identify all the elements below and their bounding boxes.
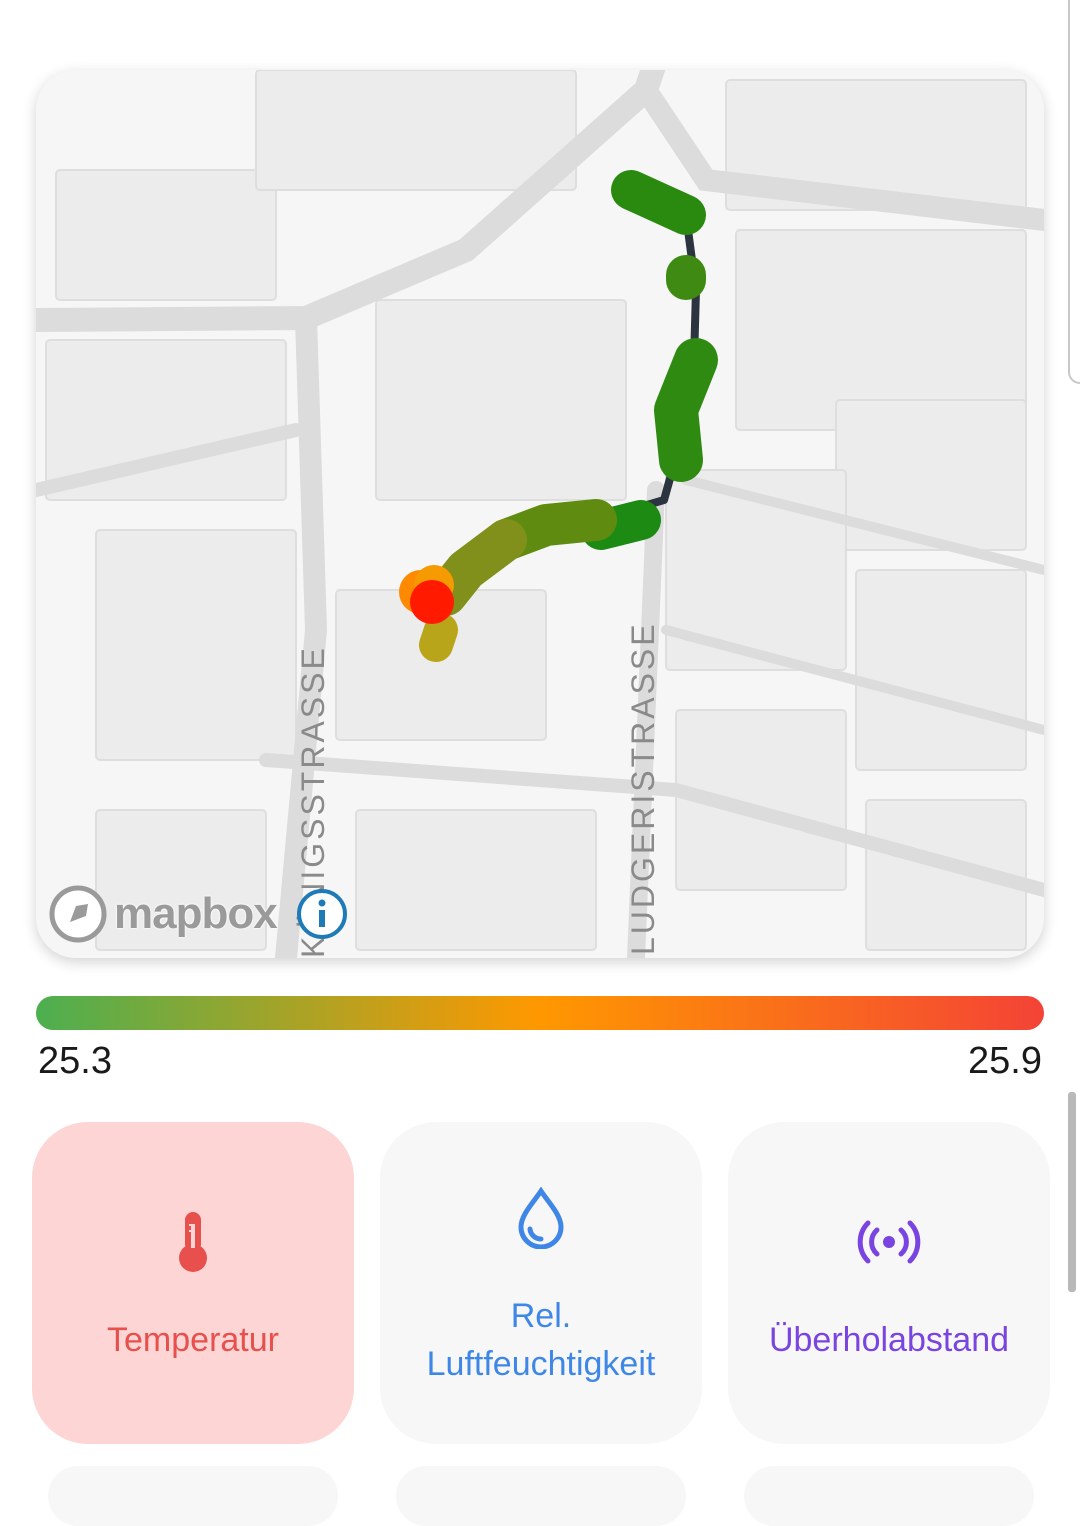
tile-humidity-label: Rel. Luftfeuchtigkeit [426,1297,656,1383]
mapbox-icon [49,885,107,943]
tile-overtaking-label: Überholabstand [768,1321,1010,1359]
tile-partial-3[interactable] [744,1466,1034,1526]
broadcast-sensor-icon [857,1220,921,1264]
legend-max-value: 25.9 [968,1040,1042,1082]
water-drop-icon [518,1187,564,1249]
mapbox-logo[interactable]: mapbox [48,884,278,944]
thermometer-icon [179,1212,207,1272]
mapbox-wordmark: mapbox [114,889,278,938]
tile-partial-2[interactable] [396,1466,686,1526]
map-canvas[interactable]: KÖNIGSSTRASSE LUDGERISTRASSE [36,70,1044,958]
street-label-ludgeristrasse: LUDGERISTRASSE [625,621,661,955]
scrollbar-thumb[interactable] [1068,1092,1076,1292]
tile-partial-1[interactable] [48,1466,338,1526]
info-icon[interactable] [295,887,349,941]
map-attribution: mapbox [48,884,349,944]
legend-min-value: 25.3 [38,1040,112,1082]
scrollbar-top [1068,0,1080,384]
tile-humidity[interactable]: Rel. Luftfeuchtigkeit [380,1122,702,1444]
tile-temperature-label: Temperatur [107,1321,279,1359]
map-view[interactable]: KÖNIGSSTRASSE LUDGERISTRASSE mapbox [36,70,1044,958]
tile-overtaking-distance[interactable]: Überholabstand [728,1122,1050,1444]
color-legend-gradient [36,996,1044,1030]
tile-temperature[interactable]: Temperatur [32,1122,354,1444]
